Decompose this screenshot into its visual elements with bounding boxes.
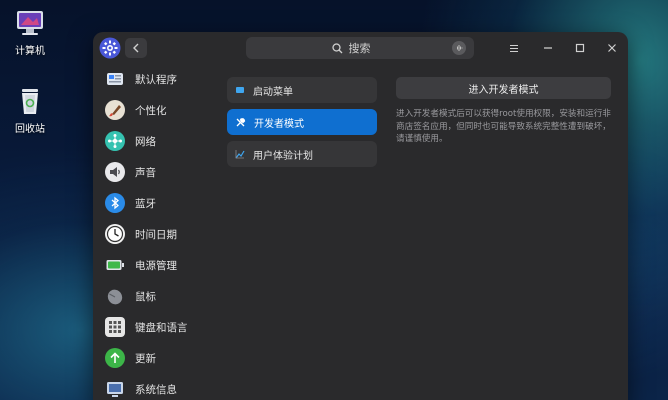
close-icon bbox=[608, 44, 616, 52]
sidebar-item-update[interactable]: 更新 bbox=[105, 345, 220, 371]
enter-developer-mode-button[interactable]: 进入开发者模式 bbox=[396, 77, 611, 99]
desktop-computer[interactable]: 计算机 bbox=[5, 8, 55, 57]
clock-icon bbox=[105, 224, 125, 244]
update-icon bbox=[105, 348, 125, 368]
chart-trend-icon bbox=[235, 150, 245, 159]
computer-label: 计算机 bbox=[15, 46, 45, 57]
hamburger-menu-icon bbox=[510, 44, 518, 52]
battery-icon bbox=[105, 255, 125, 275]
control-center-window: 默认程序 个性化 网络 bbox=[93, 32, 628, 400]
menu-button[interactable] bbox=[503, 38, 525, 58]
nav-item-label: 启动菜单 bbox=[253, 86, 293, 98]
sidebar-item-label: 电源管理 bbox=[135, 259, 177, 272]
desktop-trash[interactable]: 回收站 bbox=[5, 86, 55, 135]
sidebar-item-label: 鼠标 bbox=[135, 290, 156, 303]
minimize-button[interactable] bbox=[537, 38, 559, 58]
voice-input-button[interactable] bbox=[452, 41, 466, 55]
sidebar-item-power[interactable]: 电源管理 bbox=[105, 252, 220, 278]
voice-wave-icon bbox=[457, 45, 463, 51]
personalization-icon bbox=[105, 100, 125, 120]
sidebar-item-label: 系统信息 bbox=[135, 383, 177, 396]
maximize-icon bbox=[575, 43, 585, 53]
sidebar-item-label: 蓝牙 bbox=[135, 197, 156, 210]
search-icon bbox=[331, 42, 342, 53]
maximize-button[interactable] bbox=[569, 38, 591, 58]
minimize-icon bbox=[544, 47, 552, 49]
sidebar-item-label: 键盘和语言 bbox=[135, 321, 188, 334]
sidebar-item-system-info[interactable]: 系统信息 bbox=[105, 376, 220, 400]
nav-item-user-experience[interactable]: 用户体验计划 bbox=[227, 141, 377, 167]
mouse-icon bbox=[105, 286, 125, 306]
tools-icon bbox=[236, 117, 246, 126]
trash-label: 回收站 bbox=[15, 124, 45, 135]
sidebar: 默认程序 个性化 网络 声音 蓝牙 时间日期 电源管理 鼠标 键盘和语言 更新 … bbox=[93, 64, 223, 400]
sidebar-item-label: 更新 bbox=[135, 352, 156, 365]
chevron-left-icon bbox=[133, 43, 139, 53]
search-box[interactable] bbox=[246, 37, 474, 59]
nav-item-developer-mode[interactable]: 开发者模式 bbox=[227, 109, 377, 135]
computer-icon bbox=[17, 11, 43, 35]
sidebar-item-bluetooth[interactable]: 蓝牙 bbox=[105, 190, 220, 216]
sidebar-item-keyboard[interactable]: 键盘和语言 bbox=[105, 314, 220, 340]
sidebar-item-datetime[interactable]: 时间日期 bbox=[105, 221, 220, 247]
developer-mode-description: 进入开发者模式后可以获得root使用权限，安装和运行非商店签名应用，但同时也可能… bbox=[396, 109, 611, 144]
sidebar-item-label: 默认程序 bbox=[135, 73, 177, 86]
control-center-logo-icon bbox=[99, 37, 121, 59]
sidebar-item-personalization[interactable]: 个性化 bbox=[105, 97, 220, 123]
boot-menu-icon bbox=[236, 87, 244, 93]
sidebar-item-sound[interactable]: 声音 bbox=[105, 159, 220, 185]
sound-icon bbox=[105, 162, 125, 182]
sidebar-item-label: 时间日期 bbox=[135, 228, 177, 241]
sidebar-item-label: 声音 bbox=[135, 166, 156, 179]
nav-item-label: 用户体验计划 bbox=[253, 150, 313, 162]
close-button[interactable] bbox=[601, 38, 623, 58]
system-info-icon bbox=[105, 379, 125, 399]
sidebar-item-default-apps[interactable]: 默认程序 bbox=[105, 66, 220, 92]
back-button[interactable] bbox=[125, 38, 147, 58]
nav-item-label: 开发者模式 bbox=[254, 118, 304, 130]
nav-item-boot-menu[interactable]: 启动菜单 bbox=[227, 77, 377, 103]
title-bar bbox=[93, 32, 628, 64]
sidebar-item-mouse[interactable]: 鼠标 bbox=[105, 283, 220, 309]
sidebar-item-label: 个性化 bbox=[135, 104, 167, 117]
default-apps-icon bbox=[105, 69, 125, 89]
keyboard-icon bbox=[105, 317, 125, 337]
network-icon bbox=[105, 131, 125, 151]
bluetooth-icon bbox=[105, 193, 125, 213]
trash-icon bbox=[22, 89, 38, 114]
sidebar-item-label: 网络 bbox=[135, 135, 156, 148]
search-input[interactable] bbox=[348, 41, 389, 55]
sidebar-item-network[interactable]: 网络 bbox=[105, 128, 220, 154]
